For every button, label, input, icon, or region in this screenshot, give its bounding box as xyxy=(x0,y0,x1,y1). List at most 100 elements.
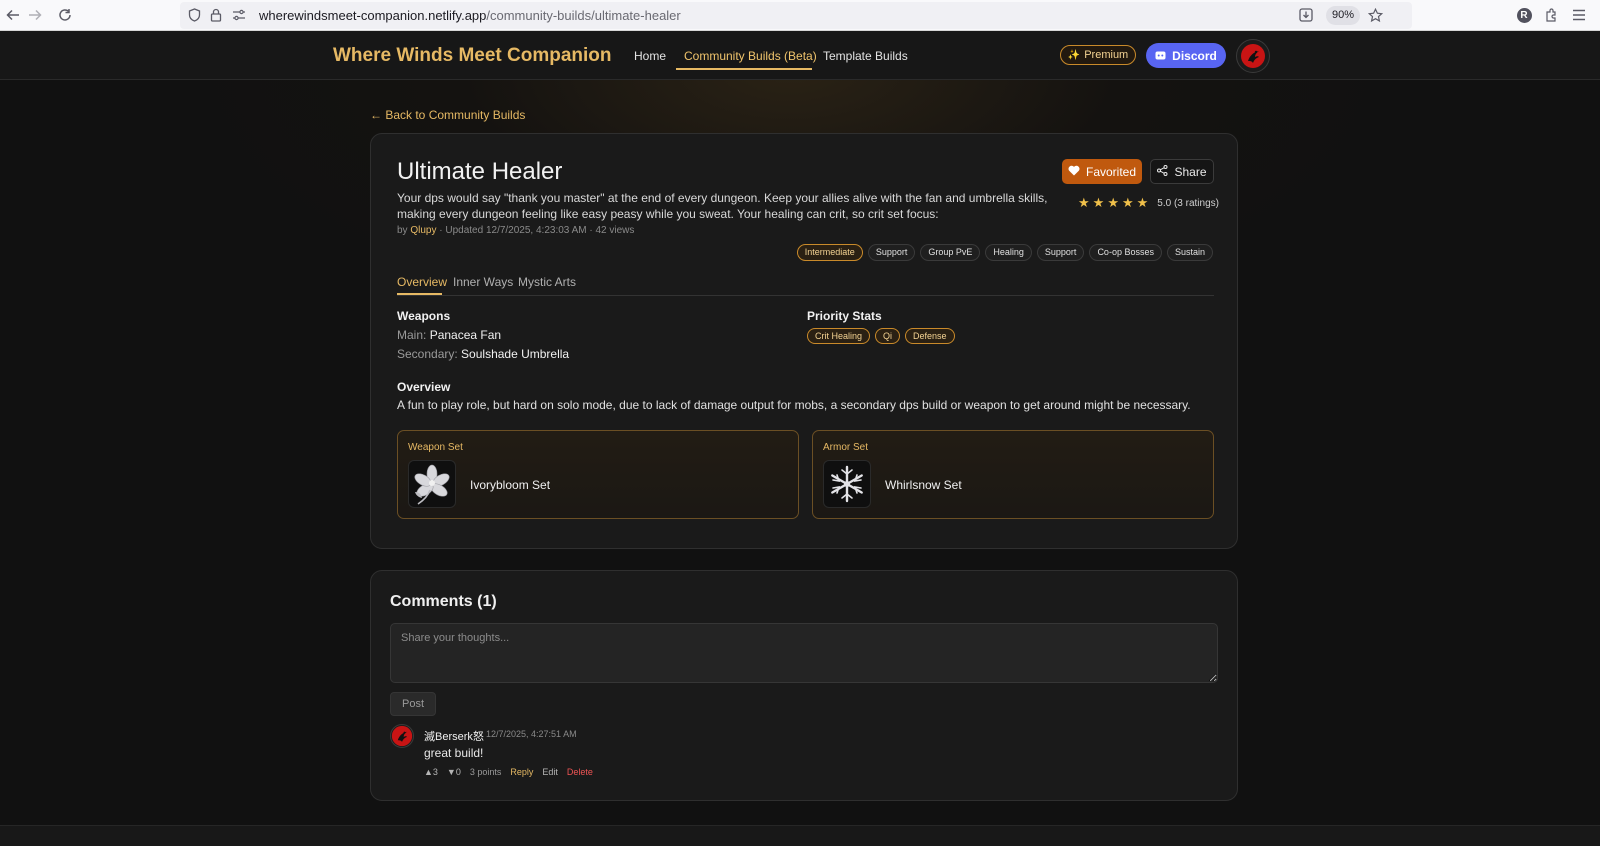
tag: Sustain xyxy=(1166,244,1213,261)
browser-toolbar: wherewindsmeet-companion.netlify.app/com… xyxy=(0,0,1600,31)
armor-set-label: Armor Set xyxy=(823,442,869,453)
user-avatar[interactable] xyxy=(1236,39,1270,73)
star-bookmark-icon[interactable] xyxy=(1367,7,1383,23)
nav-community-builds[interactable]: Community Builds (Beta) xyxy=(684,49,817,63)
discord-icon xyxy=(1155,49,1166,63)
tab-active-underline xyxy=(397,293,442,295)
main-weapon-row: Main: Panacea Fan xyxy=(397,328,501,342)
tab-overview[interactable]: Overview xyxy=(397,275,447,289)
secondary-weapon-value: Soulshade Umbrella xyxy=(461,347,570,361)
post-button[interactable]: Post xyxy=(390,692,436,716)
url-host: wherewindsmeet-companion.netlify.app xyxy=(259,8,487,23)
edit-button[interactable]: Edit xyxy=(542,767,558,777)
priority-stat: Crit Healing xyxy=(807,328,871,344)
secondary-weapon-row: Secondary: Soulshade Umbrella xyxy=(397,347,569,361)
weapons-heading: Weapons xyxy=(397,309,451,323)
star-icon[interactable]: ★ xyxy=(1078,195,1090,211)
armor-set-name: Whirlsnow Set xyxy=(885,478,962,492)
footer-strip xyxy=(0,825,1600,846)
site-page: Where Winds Meet Companion Home Communit… xyxy=(0,31,1600,846)
reply-button[interactable]: Reply xyxy=(510,767,533,777)
heart-icon xyxy=(1068,165,1080,179)
priority-stats-list: Crit Healing Qi Defense xyxy=(807,328,955,344)
main-weapon-label: Main: xyxy=(397,328,430,342)
overview-text: A fun to play role, but hard on solo mod… xyxy=(397,398,1191,412)
build-title: Ultimate Healer xyxy=(397,158,563,185)
favorited-label: Favorited xyxy=(1085,164,1137,179)
comment-item: 滅Berserk怒 12/7/2025, 4:27:51 AM great bu… xyxy=(390,724,1190,784)
profile-icon[interactable]: R xyxy=(1513,4,1535,26)
weapon-set-card[interactable]: Weapon Set Ivorybloom Set xyxy=(397,430,799,519)
brand-title[interactable]: Where Winds Meet Companion xyxy=(333,45,612,67)
url-text[interactable]: wherewindsmeet-companion.netlify.app/com… xyxy=(259,8,681,23)
nav-home[interactable]: Home xyxy=(634,49,666,63)
reload-icon[interactable] xyxy=(54,4,76,26)
dragon-emblem-icon xyxy=(1241,44,1265,68)
share-button[interactable]: Share xyxy=(1150,159,1214,184)
forward-icon[interactable] xyxy=(24,4,46,26)
meta-by: by xyxy=(397,225,411,236)
site-header: Where Winds Meet Companion Home Communit… xyxy=(0,31,1600,80)
tab-divider xyxy=(397,295,1214,296)
comments-card: Comments (1) Post 滅Berserk怒 12/7/2025, 4… xyxy=(370,570,1238,801)
sparkle-icon: ✨ xyxy=(1067,49,1081,61)
weapon-set-label: Weapon Set xyxy=(408,442,463,453)
tab-inner-ways[interactable]: Inner Ways xyxy=(453,275,513,289)
meta-updated-views: · Updated 12/7/2025, 4:23:03 AM · 42 vie… xyxy=(436,225,635,236)
nav-template-builds[interactable]: Template Builds xyxy=(823,49,908,63)
share-label: Share xyxy=(1174,164,1207,179)
overview-heading: Overview xyxy=(397,380,451,394)
comment-timestamp: 12/7/2025, 4:27:51 AM xyxy=(486,729,577,739)
zoom-level-badge[interactable]: 90% xyxy=(1326,6,1361,25)
tag: Healing xyxy=(985,244,1032,261)
tag: Co-op Bosses xyxy=(1089,244,1162,261)
premium-button[interactable]: ✨ Premium xyxy=(1060,45,1136,65)
priority-stat: Defense xyxy=(905,328,955,344)
dragon-emblem-icon xyxy=(391,725,413,747)
rating-row: ★ ★ ★ ★ ★ 5.0 (3 ratings) xyxy=(1078,195,1219,211)
permissions-icon[interactable] xyxy=(231,7,247,23)
build-description: Your dps would say "thank you master" at… xyxy=(397,191,1048,221)
tag: Support xyxy=(867,244,916,261)
upvote-button[interactable]: ▲3 xyxy=(424,767,438,777)
discord-label: Discord xyxy=(1172,48,1217,63)
discord-button[interactable]: Discord xyxy=(1146,43,1226,68)
flower-icon xyxy=(408,460,456,508)
menu-icon[interactable] xyxy=(1568,4,1590,26)
lock-icon[interactable] xyxy=(208,7,224,23)
downvote-button[interactable]: ▼0 xyxy=(447,767,461,777)
weapon-set-name: Ivorybloom Set xyxy=(470,478,551,492)
star-icon[interactable]: ★ xyxy=(1122,195,1134,211)
comment-actions: ▲3 ▼0 3 points Reply Edit Delete xyxy=(424,767,593,777)
star-icon[interactable]: ★ xyxy=(1107,195,1119,211)
rating-text: 5.0 (3 ratings) xyxy=(1157,197,1219,209)
delete-button[interactable]: Delete xyxy=(567,767,593,777)
back-to-community-builds-link[interactable]: ← Back to Community Builds xyxy=(370,108,525,122)
author-link[interactable]: Qlupy xyxy=(410,225,436,236)
download-icon[interactable] xyxy=(1298,7,1314,23)
priority-stat: Qi xyxy=(875,328,901,344)
comment-points: 3 points xyxy=(469,767,502,777)
extensions-icon[interactable] xyxy=(1540,4,1562,26)
priority-stats-heading: Priority Stats xyxy=(807,309,882,323)
premium-label: Premium xyxy=(1084,49,1129,61)
commenter-avatar[interactable] xyxy=(390,724,414,748)
comment-author[interactable]: 滅Berserk怒 xyxy=(424,728,484,744)
back-icon[interactable] xyxy=(2,4,24,26)
nav-active-underline xyxy=(676,68,812,70)
armor-set-card[interactable]: Armor Set Whirlsnow Set xyxy=(812,430,1214,519)
star-icon[interactable]: ★ xyxy=(1093,195,1105,211)
favorited-button[interactable]: Favorited xyxy=(1062,159,1142,184)
tab-mystic-arts[interactable]: Mystic Arts xyxy=(518,275,576,289)
address-bar[interactable]: wherewindsmeet-companion.netlify.app/com… xyxy=(180,2,1412,29)
comment-input[interactable] xyxy=(390,623,1218,683)
tag: Support xyxy=(1036,244,1085,261)
build-meta: by Qlupy · Updated 12/7/2025, 4:23:03 AM… xyxy=(397,225,634,236)
profile-initial: R xyxy=(1516,7,1532,23)
snowflake-icon xyxy=(823,460,871,508)
tag: Group PvE xyxy=(920,244,981,261)
shield-icon[interactable] xyxy=(186,7,202,23)
share-icon xyxy=(1157,164,1168,179)
star-icon[interactable]: ★ xyxy=(1137,195,1149,211)
comments-heading: Comments (1) xyxy=(390,593,497,610)
